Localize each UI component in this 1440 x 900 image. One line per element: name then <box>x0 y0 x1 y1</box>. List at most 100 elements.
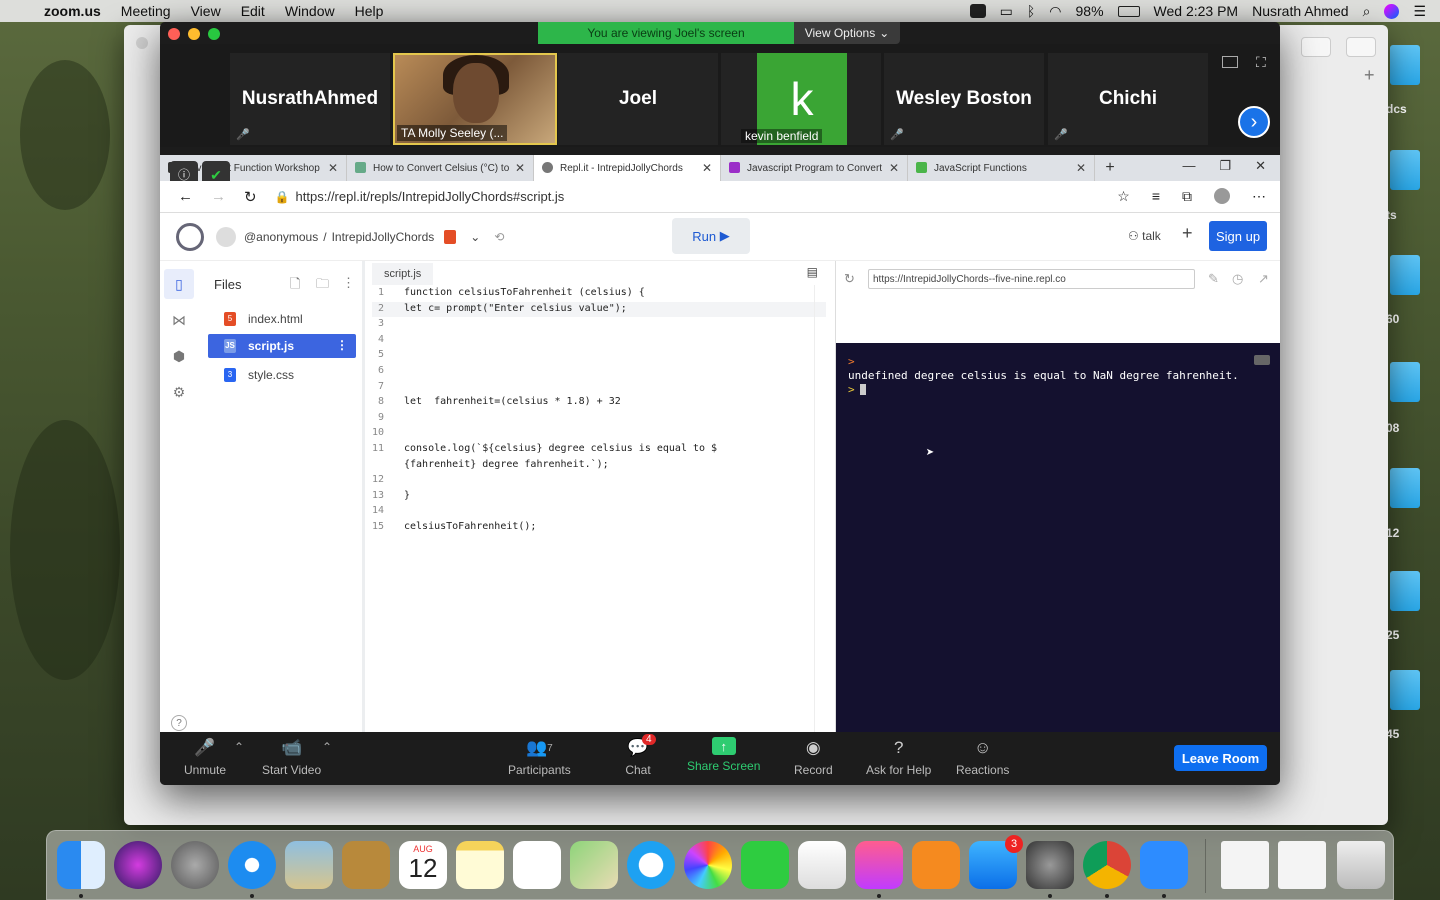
edit-pencil-icon[interactable]: ✎ <box>1208 271 1219 287</box>
record-button[interactable]: ◉ Record <box>794 737 833 777</box>
back-arrow-icon[interactable]: ← <box>178 188 193 205</box>
participant-tile[interactable]: Chichi 🎤 <box>1048 53 1208 145</box>
repl-name[interactable]: IntrepidJollyChords <box>332 230 435 244</box>
siri-icon[interactable] <box>1384 3 1400 19</box>
bluetooth-icon[interactable]: ᛒ <box>1027 3 1035 19</box>
favorites-icon[interactable]: ≡ <box>1152 188 1160 205</box>
url-field[interactable]: https://repl.it/repls/IntrepidJollyChord… <box>296 189 565 204</box>
window-minimize-icon[interactable]: — <box>1182 155 1195 181</box>
new-tab-icon[interactable]: + <box>1095 155 1125 181</box>
participant-tile[interactable]: k kevin benfield <box>721 53 881 145</box>
chrome-icon[interactable] <box>1083 841 1131 889</box>
talk-link[interactable]: ⚇ talk <box>1128 229 1161 243</box>
messages-icon[interactable] <box>627 841 675 889</box>
close-icon[interactable]: ✕ <box>889 161 899 175</box>
battery-percent[interactable]: 98% <box>1076 3 1104 19</box>
notification-center-icon[interactable]: ☰ <box>1413 3 1426 20</box>
repl-owner[interactable]: @anonymous <box>244 230 318 244</box>
battery-icon[interactable] <box>1117 5 1140 17</box>
file-item[interactable]: 3 style.css <box>208 363 356 387</box>
new-folder-icon[interactable]: 🗀 <box>316 275 329 297</box>
browser-tab[interactable]: JavaScript Functions ✕ <box>908 155 1095 181</box>
launchpad-icon[interactable] <box>171 841 219 889</box>
editor-tab[interactable]: script.js <box>372 263 434 285</box>
add-icon[interactable]: + <box>1182 223 1193 244</box>
code-line[interactable]: 15 celsiusToFahrenheit(); <box>372 521 822 536</box>
code-line[interactable]: 11 console.log(`${celsius} degree celsius… <box>372 443 822 458</box>
close-icon[interactable]: ✕ <box>515 161 525 175</box>
preview-url-field[interactable]: https://IntrepidJollyChords--five-nine.r… <box>868 269 1195 289</box>
reactions-button[interactable]: ☺ Reactions <box>956 737 1009 777</box>
books-icon[interactable] <box>912 841 960 889</box>
editor-menu-icon[interactable]: ▤ <box>807 265 818 279</box>
code-line[interactable]: 10 <box>372 427 822 442</box>
close-icon[interactable]: ✕ <box>328 161 338 175</box>
more-vertical-icon[interactable]: ⋮ <box>342 275 355 291</box>
preview-app-icon[interactable] <box>285 841 333 889</box>
close-icon[interactable]: ✕ <box>1076 161 1086 175</box>
system-preferences-icon[interactable] <box>1026 841 1074 889</box>
pages-icon[interactable] <box>798 841 846 889</box>
menu-meeting[interactable]: Meeting <box>111 3 181 19</box>
code-line[interactable]: 9 <box>372 412 822 427</box>
menu-view[interactable]: View <box>181 3 231 19</box>
files-icon[interactable]: ▯ <box>164 269 194 299</box>
downloads-stack-icon[interactable] <box>1221 841 1269 889</box>
wifi-icon[interactable]: ◠ <box>1049 3 1061 20</box>
favorite-star-icon[interactable]: ☆ <box>1117 188 1130 205</box>
airplay-icon[interactable]: ▭ <box>1000 3 1013 20</box>
view-options-dropdown[interactable]: View Options ⌄ <box>794 22 900 44</box>
chevron-down-icon[interactable]: ⌄ <box>470 230 480 244</box>
menu-app-name[interactable]: zoom.us <box>34 3 111 19</box>
reminders-icon[interactable] <box>513 841 561 889</box>
desktop-folder-icon[interactable] <box>1390 468 1420 508</box>
share-icon[interactable] <box>1301 37 1331 57</box>
menu-help[interactable]: Help <box>345 3 394 19</box>
close-icon[interactable]: ✕ <box>1255 155 1266 181</box>
facetime-icon[interactable] <box>741 841 789 889</box>
code-line[interactable]: 8 let fahrenheit=(celsius * 1.8) + 32 <box>372 396 822 411</box>
siri-icon[interactable] <box>114 841 162 889</box>
fullscreen-icon[interactable]: ⛶ <box>1256 54 1266 71</box>
ask-for-help-button[interactable]: ? Ask for Help <box>866 737 931 777</box>
code-line[interactable]: 6 <box>372 365 822 380</box>
participant-tile-video[interactable]: TA Molly Seeley (... <box>393 53 557 145</box>
code-line[interactable]: {fahrenheit} degree fahrenheit.`); <box>372 459 822 474</box>
more-menu-icon[interactable]: ⋯ <box>1252 188 1266 205</box>
trash-icon[interactable] <box>1337 841 1385 889</box>
settings-gear-icon[interactable]: ⚙ <box>168 381 190 403</box>
collections-icon[interactable]: ⧉ <box>1182 188 1192 205</box>
desktop-folder-icon[interactable] <box>1390 150 1420 190</box>
share-screen-button[interactable]: ↑ Share Screen <box>687 737 760 773</box>
code-line[interactable]: 7 <box>372 381 822 396</box>
layout-toggle-icon[interactable] <box>1222 56 1238 68</box>
forward-arrow-icon[interactable]: → <box>211 188 226 205</box>
window-zoom-button[interactable] <box>208 28 220 40</box>
profile-icon[interactable] <box>1214 188 1230 204</box>
code-line[interactable]: 5 <box>372 349 822 364</box>
history-icon[interactable]: ⟲ <box>494 230 504 244</box>
next-page-arrow-icon[interactable]: › <box>1238 106 1270 138</box>
calendar-icon[interactable]: AUG 12 <box>399 841 447 889</box>
tabs-overview-icon[interactable] <box>1346 37 1376 57</box>
safari-icon[interactable] <box>228 841 276 889</box>
clock[interactable]: Wed 2:23 PM <box>1154 3 1239 19</box>
desktop-folder-icon[interactable] <box>1390 571 1420 611</box>
open-external-icon[interactable]: ↗ <box>1258 271 1269 287</box>
zoom-app-icon[interactable] <box>1140 841 1188 889</box>
code-line[interactable]: 13} <box>372 490 822 505</box>
code-line[interactable]: 14 <box>372 505 822 520</box>
more-vertical-icon[interactable]: ⋮ <box>336 338 348 352</box>
participants-button[interactable]: 👥 7 Participants <box>508 737 571 777</box>
window-close-dot[interactable] <box>136 37 148 49</box>
contacts-icon[interactable] <box>342 841 390 889</box>
close-icon[interactable]: ✕ <box>702 161 712 175</box>
browser-tab[interactable]: Javascript Program to Convert ✕ <box>721 155 908 181</box>
app-store-icon[interactable]: 3 <box>969 835 1023 889</box>
finder-icon[interactable] <box>57 841 105 889</box>
console-output[interactable]: > undefined degree celsius is equal to N… <box>836 343 1280 732</box>
help-icon[interactable]: ? <box>171 715 187 731</box>
reload-icon[interactable]: ↻ <box>244 188 257 206</box>
menu-window[interactable]: Window <box>275 3 345 19</box>
clock-icon[interactable]: ◷ <box>1232 271 1243 287</box>
